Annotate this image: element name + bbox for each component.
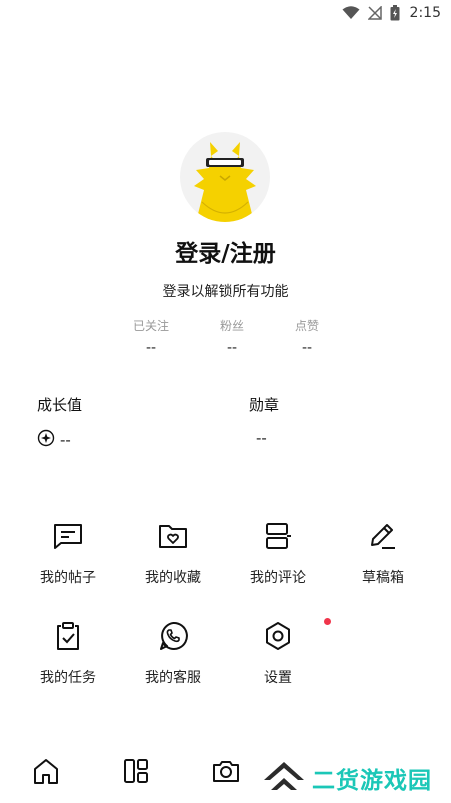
stat-value: --: [226, 340, 238, 356]
tab-camera[interactable]: [211, 756, 241, 786]
menu-my-posts[interactable]: 我的帖子: [18, 521, 118, 591]
menu-my-favorites[interactable]: 我的收藏: [123, 521, 223, 591]
growth-star-icon: [37, 429, 55, 451]
login-subtitle: 登录以解锁所有功能: [162, 284, 289, 300]
no-signal-icon: [367, 6, 382, 20]
stat-following[interactable]: 已关注 --: [111, 317, 191, 356]
watermark-text: 二货游戏园: [312, 768, 432, 794]
login-register-link[interactable]: 登录/注册: [0, 234, 451, 268]
menu-label: 我的帖子: [40, 570, 96, 586]
stat-label: 点赞: [294, 319, 319, 333]
growth-value: --: [37, 429, 71, 451]
tab-home[interactable]: [31, 756, 61, 786]
pencil-icon: [368, 521, 398, 551]
badge-value: --: [256, 429, 267, 447]
menu-label: 我的任务: [40, 670, 96, 686]
menu-label: 我的客服: [145, 670, 201, 686]
stat-likes[interactable]: 点赞 --: [267, 317, 347, 356]
menu-label: 我的收藏: [145, 570, 201, 586]
stat-label: 粉丝: [219, 319, 244, 333]
post-icon: [53, 521, 83, 551]
watermark: 二货游戏园: [262, 760, 432, 796]
stats-row: 已关注 -- 粉丝 -- 点赞 --: [0, 317, 451, 361]
status-bar: 2:15: [0, 0, 451, 26]
discover-grid-icon: [124, 759, 148, 783]
menu-my-comments[interactable]: 我的评论: [228, 521, 328, 591]
watermark-logo-icon: [264, 762, 304, 790]
comment-icon: [263, 521, 293, 551]
status-time: 2:15: [409, 5, 441, 21]
menu-my-tasks[interactable]: 我的任务: [18, 621, 118, 691]
menu-customer-service[interactable]: 我的客服: [123, 621, 223, 691]
wifi-icon: [342, 6, 360, 20]
growth-value-text: --: [60, 431, 71, 449]
settings-hexagon-icon: [263, 618, 331, 651]
battery-charging-icon: [390, 5, 400, 21]
notification-dot: [324, 618, 331, 625]
camera-icon: [213, 761, 239, 782]
tab-discover[interactable]: [121, 756, 151, 786]
favorite-folder-icon: [158, 521, 188, 551]
home-icon: [34, 759, 58, 784]
cat-mascot-avatar-icon: [194, 142, 256, 222]
menu-label: 设置: [264, 670, 292, 686]
growth-label[interactable]: 成长值: [37, 394, 82, 415]
menu-drafts[interactable]: 草稿箱: [333, 521, 433, 591]
stat-followers[interactable]: 粉丝 --: [192, 317, 272, 356]
stat-label: 已关注: [132, 319, 169, 333]
menu-label: 我的评论: [250, 570, 306, 586]
task-clipboard-icon: [53, 621, 83, 651]
badge-label[interactable]: 勋章: [249, 394, 279, 415]
stat-value: --: [145, 340, 157, 356]
menu-label: 草稿箱: [362, 570, 404, 586]
stat-value: --: [301, 340, 313, 356]
avatar[interactable]: [180, 132, 270, 222]
menu-settings[interactable]: 设置: [228, 618, 331, 691]
customer-service-phone-icon: [158, 621, 188, 651]
profile-page: 2:15 登录/注册 登录以解锁所有功能 已关注 -- 粉丝 -- 点赞 -- …: [0, 0, 451, 803]
